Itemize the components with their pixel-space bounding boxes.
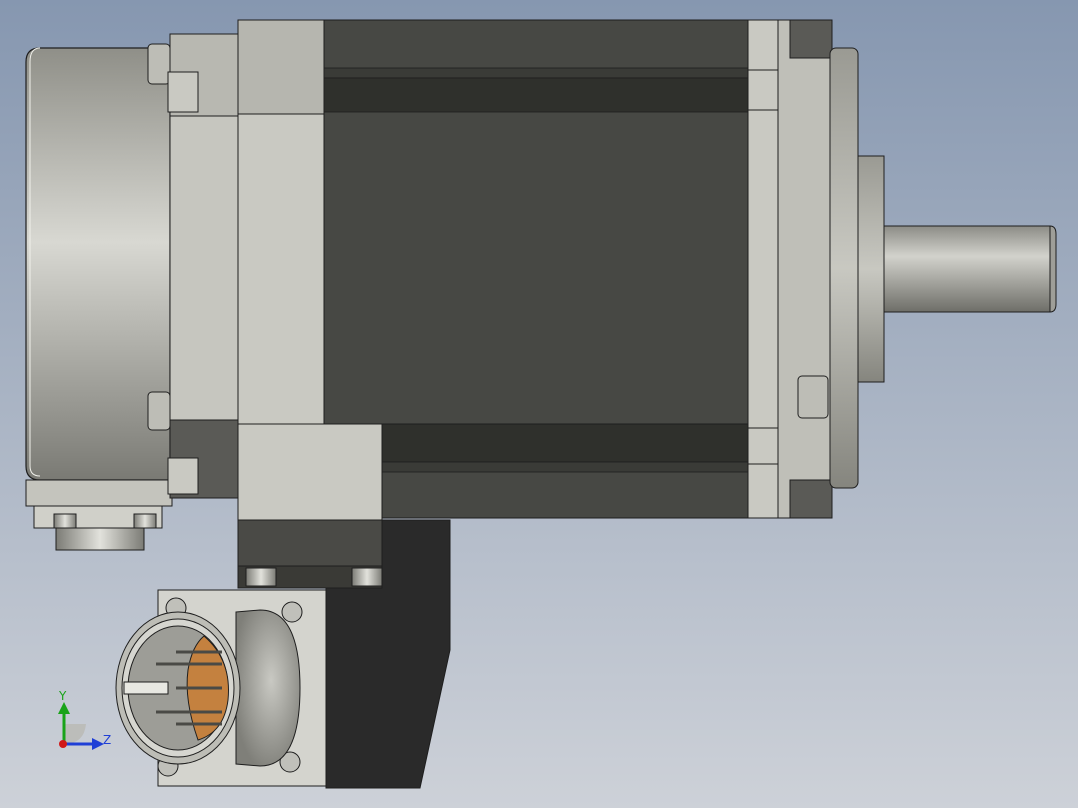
cad-viewport[interactable]: Y Z xyxy=(0,0,1078,808)
encoder-cover xyxy=(25,43,173,551)
z-axis-label: Z xyxy=(103,733,111,747)
pilot-boss xyxy=(857,155,885,383)
output-shaft xyxy=(883,225,1057,313)
x-axis-dot xyxy=(59,740,67,748)
servo-motor-drawing: Y Z xyxy=(0,0,1078,808)
motor-body xyxy=(323,19,749,519)
rear-flange-lower xyxy=(237,423,383,521)
rear-end-cap xyxy=(167,33,239,499)
encoder-connector-stub xyxy=(55,527,145,551)
y-axis-label: Y xyxy=(58,689,67,703)
